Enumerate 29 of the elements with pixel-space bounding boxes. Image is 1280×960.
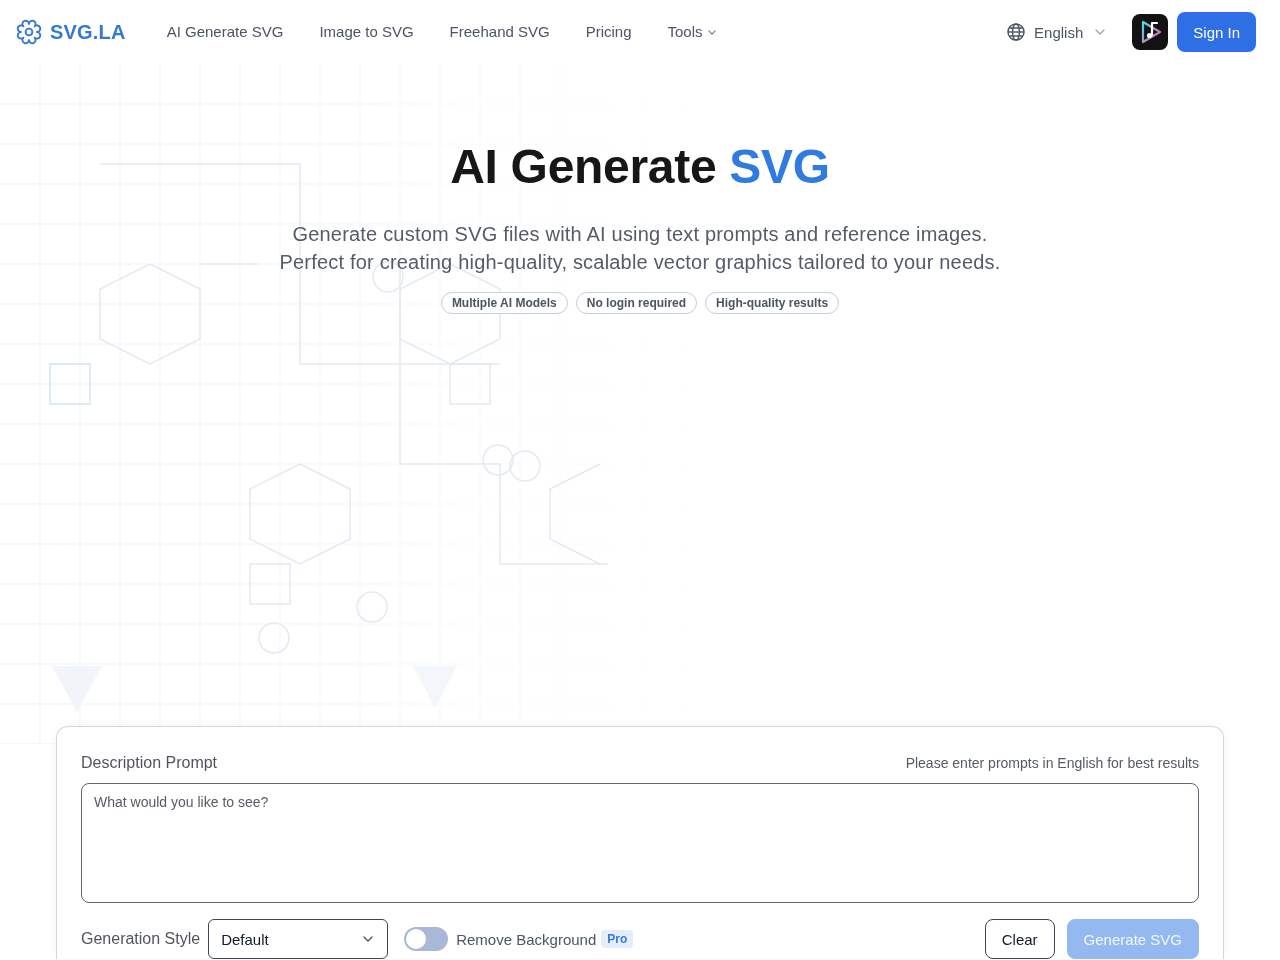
nav-link[interactable]: AI Generate SVG — [166, 22, 284, 42]
prompt-field[interactable]: What would you like to see? — [81, 783, 1199, 903]
logo-link[interactable]: SVG.LA — [16, 19, 126, 45]
pro-badge: Pro — [601, 930, 634, 948]
hint-text: Please enter prompts in English for best results — [905, 755, 1199, 771]
page-title: AI Generate SVG — [450, 139, 830, 195]
app-icon[interactable] — [1132, 14, 1169, 50]
chevron-down-icon — [363, 936, 374, 942]
subtitle-text: Perfect for creating high-quality, scalable vector graphics tailored to your needs. — [279, 250, 1001, 275]
style-select[interactable]: Default — [208, 919, 389, 959]
feature-tag: High-quality results — [705, 292, 840, 314]
subtitle-text: Generate custom SVG files with AI using text prompts and reference images. — [292, 222, 988, 247]
toggle-label: Remove Background — [456, 930, 597, 948]
clear-button[interactable]: Clear — [984, 919, 1055, 959]
field-label: Generation Style — [81, 930, 201, 948]
sign-in-button[interactable]: Sign In — [1177, 12, 1256, 52]
flower-icon — [16, 19, 42, 45]
feature-tag: Multiple AI Models — [440, 292, 568, 314]
globe-icon — [1007, 23, 1026, 41]
nav-link[interactable]: Image to SVG — [319, 22, 414, 42]
remove-background-toggle[interactable] — [404, 927, 449, 951]
field-label: Description Prompt — [81, 754, 218, 772]
language-selector[interactable]: English — [1007, 23, 1106, 41]
chevron-down-icon — [707, 29, 716, 35]
feature-tag: No login required — [575, 292, 698, 314]
nav-link[interactable]: Pricing — [585, 22, 632, 42]
chevron-down-icon — [1095, 29, 1106, 35]
nav-dropdown[interactable]: Tools — [667, 22, 716, 42]
nav-link[interactable]: Freehand SVG — [449, 22, 550, 42]
